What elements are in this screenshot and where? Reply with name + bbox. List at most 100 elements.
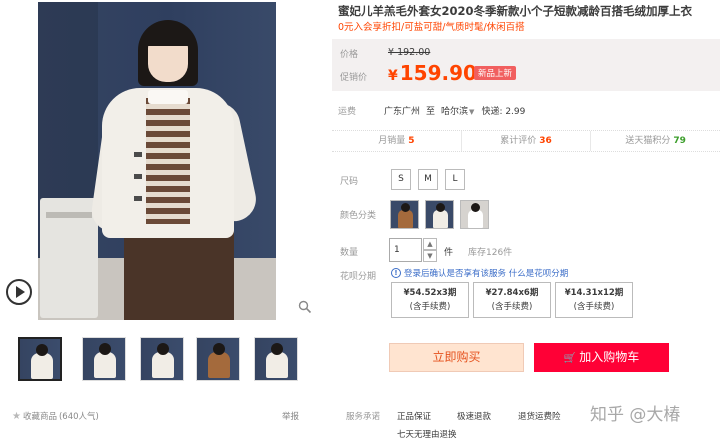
stat-label: 月销量	[378, 136, 406, 146]
add-to-cart-label: 加入购物车	[579, 350, 640, 364]
service-item-genuine[interactable]: 正品保证	[397, 410, 431, 422]
report-link[interactable]: 举报	[282, 410, 299, 422]
swatch-figure	[433, 210, 448, 228]
ship-to-word: 至	[426, 107, 436, 117]
quantity-unit: 件	[444, 248, 454, 258]
huabei-label: 花呗分期	[340, 272, 377, 282]
thumbnail-2[interactable]	[82, 337, 126, 381]
star-icon: ★	[12, 410, 21, 422]
thumbnail-3[interactable]	[140, 337, 184, 381]
plan-fee: (含手续费)	[409, 302, 451, 312]
thumbnail-head	[157, 343, 169, 355]
huabei-note[interactable]: ! 登录后确认是否享有该服务 什么是花呗分期	[391, 267, 568, 279]
shipping-row: 运费 广东广州 至 哈尔滨▼ 快递: 2.99	[338, 104, 718, 117]
stat-value: 36	[539, 136, 552, 146]
swatch-head	[471, 203, 480, 212]
color-swatch-white-2[interactable]	[460, 200, 489, 229]
model-sweater	[146, 98, 190, 224]
coat-buckle	[134, 196, 142, 201]
quantity-decrease-button[interactable]: ▼	[423, 250, 437, 262]
shipping-label: 运费	[338, 107, 357, 117]
promo-price: ¥159.90	[388, 62, 477, 87]
zoom-icon[interactable]	[298, 300, 312, 314]
stat-label: 送天猫积分	[625, 136, 671, 146]
thumbnail-head	[99, 343, 111, 355]
swatch-head	[436, 203, 445, 212]
ship-from: 广东广州	[384, 107, 421, 117]
product-title: 蜜妃儿羊羔毛外套女2020冬季新款小个子短款减龄百搭毛绒加厚上衣	[338, 4, 693, 18]
stat-value: 5	[408, 136, 415, 146]
thumbnail-figure	[208, 352, 230, 378]
coat-buckle	[134, 152, 142, 157]
stat-monthly-sales: 月销量 5	[332, 131, 462, 151]
quantity-label: 数量	[340, 248, 359, 258]
swatch-head	[401, 203, 410, 212]
service-item-seven-day-return[interactable]: 七天无理由退换	[397, 428, 457, 440]
installment-plan-12[interactable]: ¥14.31x12期 (含手续费)	[555, 282, 633, 318]
thumbnail-head	[213, 343, 225, 355]
thumbnail-head	[271, 343, 283, 355]
promo-price-value: 159.90	[399, 61, 477, 85]
plan-amount: ¥14.31x12期	[564, 288, 624, 298]
ship-to: 哈尔滨	[441, 107, 469, 117]
stat-value: 79	[673, 136, 686, 146]
huabei-note-text: 登录后确认是否享有该服务 什么是花呗分期	[404, 269, 569, 279]
thumbnail-4[interactable]	[196, 337, 240, 381]
price-panel: 价格 ¥ 192.00 促销价 ¥159.90 新品上新	[332, 39, 720, 91]
size-option-l[interactable]: L	[445, 169, 465, 190]
product-subtitle: 0元入会享折扣/可盐可甜/气质时髦/休闲百搭	[338, 22, 525, 33]
stat-label: 累计评价	[500, 136, 537, 146]
service-item-return-insurance[interactable]: 退货运费险	[518, 410, 561, 422]
express-fee: 快递: 2.99	[481, 107, 526, 117]
service-label: 服务承诺	[346, 412, 381, 422]
size-option-m[interactable]: M	[418, 169, 438, 190]
installment-plan-6[interactable]: ¥27.84x6期 (含手续费)	[473, 282, 551, 318]
thumbnail-1[interactable]	[18, 337, 62, 381]
add-to-cart-button[interactable]: 🛒 加入购物车	[534, 343, 669, 372]
plan-amount: ¥54.52x3期	[403, 288, 457, 298]
watermark: 知乎 @大椿	[590, 405, 681, 425]
info-icon: !	[391, 268, 401, 278]
swatch-figure	[398, 210, 413, 228]
coat-buckle	[134, 174, 142, 179]
favorite-label: 收藏商品	[22, 412, 57, 422]
main-product-image[interactable]	[0, 0, 322, 322]
color-label: 颜色分类	[340, 211, 377, 221]
ship-to-select[interactable]: 哈尔滨▼	[441, 104, 475, 117]
stats-bar: 月销量 5 累计评价 36 送天猫积分 79	[332, 130, 720, 152]
stat-points: 送天猫积分 79	[591, 131, 720, 151]
size-option-s[interactable]: S	[391, 169, 411, 190]
thumbnail-head	[36, 344, 48, 356]
thumbnail-figure	[152, 352, 174, 378]
currency-symbol: ¥	[388, 68, 398, 84]
buy-now-button[interactable]: 立即购买	[389, 343, 524, 372]
model-bangs	[142, 24, 194, 46]
coat-collar	[148, 90, 188, 104]
photo-printer	[40, 198, 98, 318]
color-swatch-white-1[interactable]	[425, 200, 454, 229]
caret-down-icon: ▼	[469, 108, 475, 116]
thumbnail-figure	[94, 352, 116, 378]
installment-plan-3[interactable]: ¥54.52x3期 (含手续费)	[391, 282, 469, 318]
thumbnail-figure	[266, 352, 288, 378]
color-swatch-brown[interactable]	[390, 200, 419, 229]
promo-price-label: 促销价	[340, 73, 368, 83]
favorite-link[interactable]: ★ 收藏商品 (640人气)	[12, 410, 99, 423]
quantity-increase-button[interactable]: ▲	[423, 238, 437, 250]
size-label: 尺码	[340, 177, 359, 187]
thumbnail-5[interactable]	[254, 337, 298, 381]
play-icon[interactable]	[6, 279, 32, 305]
original-price-label: 价格	[340, 50, 359, 60]
new-arrival-badge: 新品上新	[474, 66, 517, 80]
swatch-figure	[468, 210, 483, 228]
plan-amount: ¥27.84x6期	[485, 288, 539, 298]
stat-reviews[interactable]: 累计评价 36	[462, 131, 592, 151]
plan-fee: (含手续费)	[573, 302, 615, 312]
popularity-count: (640人气)	[58, 412, 99, 422]
service-item-fast-refund[interactable]: 极速退款	[457, 410, 491, 422]
quantity-input[interactable]: 1	[389, 238, 422, 262]
stock-count: 库存126件	[468, 248, 513, 258]
original-price: ¥ 192.00	[388, 47, 431, 58]
model-skirt	[124, 230, 234, 320]
thumbnail-figure	[31, 353, 53, 379]
